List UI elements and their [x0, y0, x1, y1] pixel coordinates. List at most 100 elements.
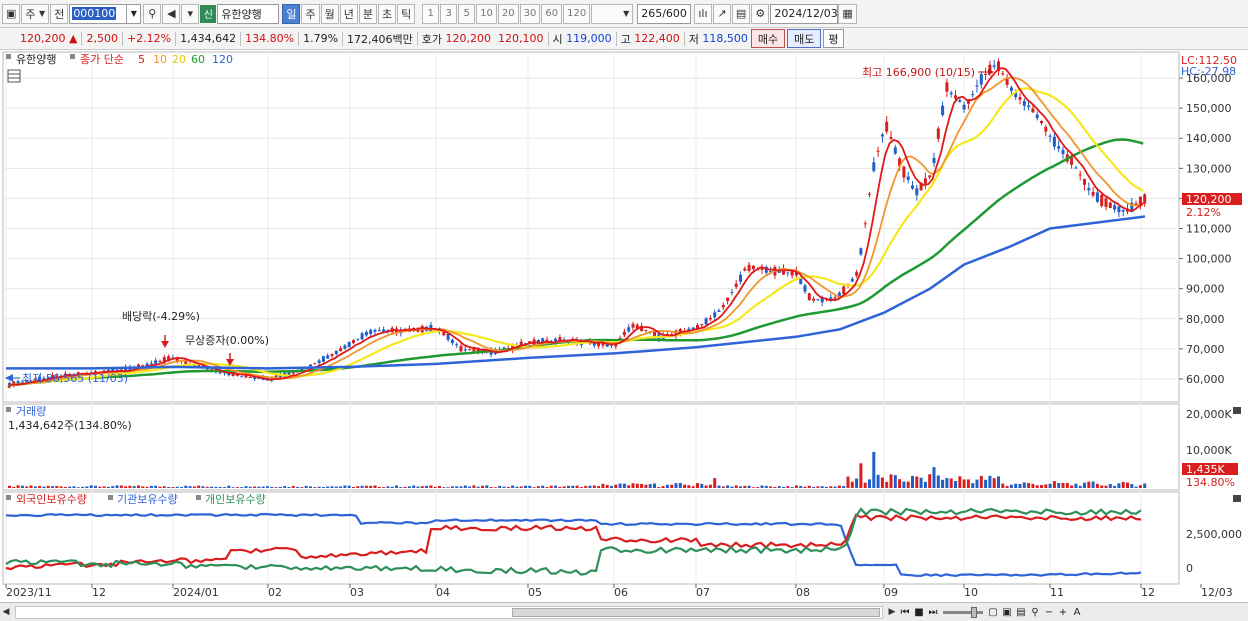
sound-icon[interactable]: ◀	[162, 3, 181, 24]
zoom-knob[interactable]	[971, 606, 977, 618]
table-toggle-icon[interactable]	[7, 69, 21, 83]
volume-bar	[777, 486, 781, 488]
interval-10[interactable]: 10	[476, 3, 497, 24]
interval-dropdown[interactable]: ▼	[591, 3, 634, 24]
volume-bar	[1113, 485, 1117, 488]
candle-body	[855, 272, 859, 276]
legend-ma20[interactable]: 20	[172, 53, 186, 66]
volume-bar	[1065, 483, 1069, 488]
legend-ma-label[interactable]: 종가 단순	[80, 53, 124, 66]
candle-body	[812, 298, 816, 301]
volume-bar	[1035, 485, 1039, 488]
buy-button[interactable]: 매수	[750, 29, 786, 48]
candle-body	[713, 312, 717, 318]
candle-body	[1117, 206, 1121, 213]
prev-button[interactable]: 전	[50, 3, 69, 24]
data-count[interactable]: 265/600	[637, 3, 691, 24]
candle-body	[373, 330, 377, 332]
legend-ma120[interactable]: 120	[212, 53, 233, 66]
list-dropdown-icon[interactable]: ▾	[181, 3, 200, 24]
period-tick[interactable]: 틱	[397, 3, 416, 24]
trade-amount: 172,406백만	[347, 32, 413, 46]
interval-3[interactable]: 3	[440, 3, 458, 24]
fast-forward-icon[interactable]: ⏭	[926, 605, 940, 620]
draw-tool-icon[interactable]: ↗	[712, 3, 731, 24]
period-day[interactable]: 일	[282, 3, 301, 24]
chart-tool-1-icon[interactable]: ▢	[986, 605, 1000, 620]
period-week[interactable]: 주	[301, 3, 320, 24]
legend-ma10[interactable]: 10	[153, 53, 167, 66]
period-second[interactable]: 초	[377, 3, 397, 24]
candle-type-icon[interactable]: ılı	[693, 3, 712, 24]
interval-1[interactable]: 1	[422, 3, 440, 24]
chart-area[interactable]: 유한양행 종가 단순 5 10 20 60 120 LC:112.50 HC:-…	[0, 50, 1248, 602]
volume-bar	[949, 478, 953, 488]
stock-name-field[interactable]: 유한양행	[217, 3, 280, 24]
low-annotation: 최저 56,565 (11/03)	[22, 372, 128, 385]
volume-bar	[1031, 483, 1035, 488]
candle-body	[468, 349, 472, 351]
chart-tool-2-icon[interactable]: ▣	[1000, 605, 1014, 620]
candle-body	[1057, 146, 1061, 149]
scroll-track[interactable]	[15, 605, 883, 619]
font-size-icon[interactable]: A	[1070, 605, 1084, 620]
candle-body	[158, 360, 162, 362]
save-icon[interactable]: ▤	[731, 3, 751, 24]
interval-20[interactable]: 20	[497, 3, 519, 24]
holding-panel-close-icon[interactable]	[1233, 495, 1241, 502]
legend-stock-name[interactable]: 유한양행	[16, 53, 56, 66]
volume-bar	[63, 486, 67, 488]
price-axis-label: 80,000	[1186, 313, 1225, 326]
scroll-right-icon[interactable]: ▶	[886, 605, 898, 620]
stock-code-input[interactable]: 000100	[69, 3, 128, 24]
volume-bar	[300, 487, 304, 488]
minus-icon[interactable]: −	[1042, 605, 1056, 620]
volume-bar	[463, 485, 467, 488]
sell-button[interactable]: 매도	[787, 29, 822, 48]
gear-icon[interactable]: ⚙	[751, 3, 770, 24]
window-icon[interactable]: ▣	[2, 3, 21, 24]
candle-body	[326, 355, 330, 359]
volume-bar	[579, 487, 583, 488]
volume-panel-close-icon[interactable]	[1233, 407, 1241, 414]
interval-60[interactable]: 60	[541, 3, 563, 24]
volume-bar	[98, 486, 102, 488]
interval-120[interactable]: 120	[563, 3, 591, 24]
chart-svg[interactable]: 유한양행 종가 단순 5 10 20 60 120 LC:112.50 HC:-…	[0, 50, 1248, 602]
interval-30[interactable]: 30	[519, 3, 541, 24]
volume-bar	[622, 483, 626, 488]
chart-tool-3-icon[interactable]: ▤	[1014, 605, 1028, 620]
calendar-icon[interactable]: ▦	[838, 3, 857, 24]
period-year[interactable]: 년	[339, 3, 358, 24]
plus-icon[interactable]: +	[1056, 605, 1070, 620]
volume-bar	[919, 477, 923, 488]
code-dropdown-icon[interactable]: ▼	[127, 3, 142, 24]
date-field[interactable]: 2024/12/03	[770, 3, 839, 24]
search-icon[interactable]: ⚲	[143, 3, 162, 24]
scroll-thumb[interactable]	[512, 607, 880, 617]
market-type-select[interactable]: 주 ▼	[21, 3, 50, 24]
volume-title[interactable]: 거래량	[16, 405, 46, 418]
interval-5[interactable]: 5	[458, 3, 476, 24]
volume-bar	[863, 482, 867, 488]
legend-institution[interactable]: 기관보유수량	[117, 493, 178, 506]
legend-ma5[interactable]: 5	[138, 53, 145, 66]
scroll-left-icon[interactable]: ◀	[0, 605, 12, 620]
candle-body	[717, 310, 721, 312]
rewind-icon[interactable]: ⏮	[898, 605, 912, 620]
volume-bar	[450, 486, 454, 488]
legend-foreign[interactable]: 외국인보유수량	[16, 493, 87, 506]
volume-bar	[923, 481, 927, 488]
candle-body	[932, 158, 936, 164]
zoom-slider[interactable]	[943, 606, 983, 618]
stop-icon[interactable]: ■	[912, 605, 926, 620]
evaluate-button[interactable]: 평	[823, 29, 844, 48]
candle-body	[1040, 120, 1043, 124]
zoom-in-icon[interactable]: ⚲	[1028, 605, 1042, 620]
legend-individual[interactable]: 개인보유수량	[205, 493, 266, 506]
legend-ma60[interactable]: 60	[191, 53, 205, 66]
period-month[interactable]: 월	[320, 3, 339, 24]
period-minute[interactable]: 분	[358, 3, 377, 24]
volume-bar	[231, 487, 235, 488]
volume-bar	[377, 486, 381, 488]
